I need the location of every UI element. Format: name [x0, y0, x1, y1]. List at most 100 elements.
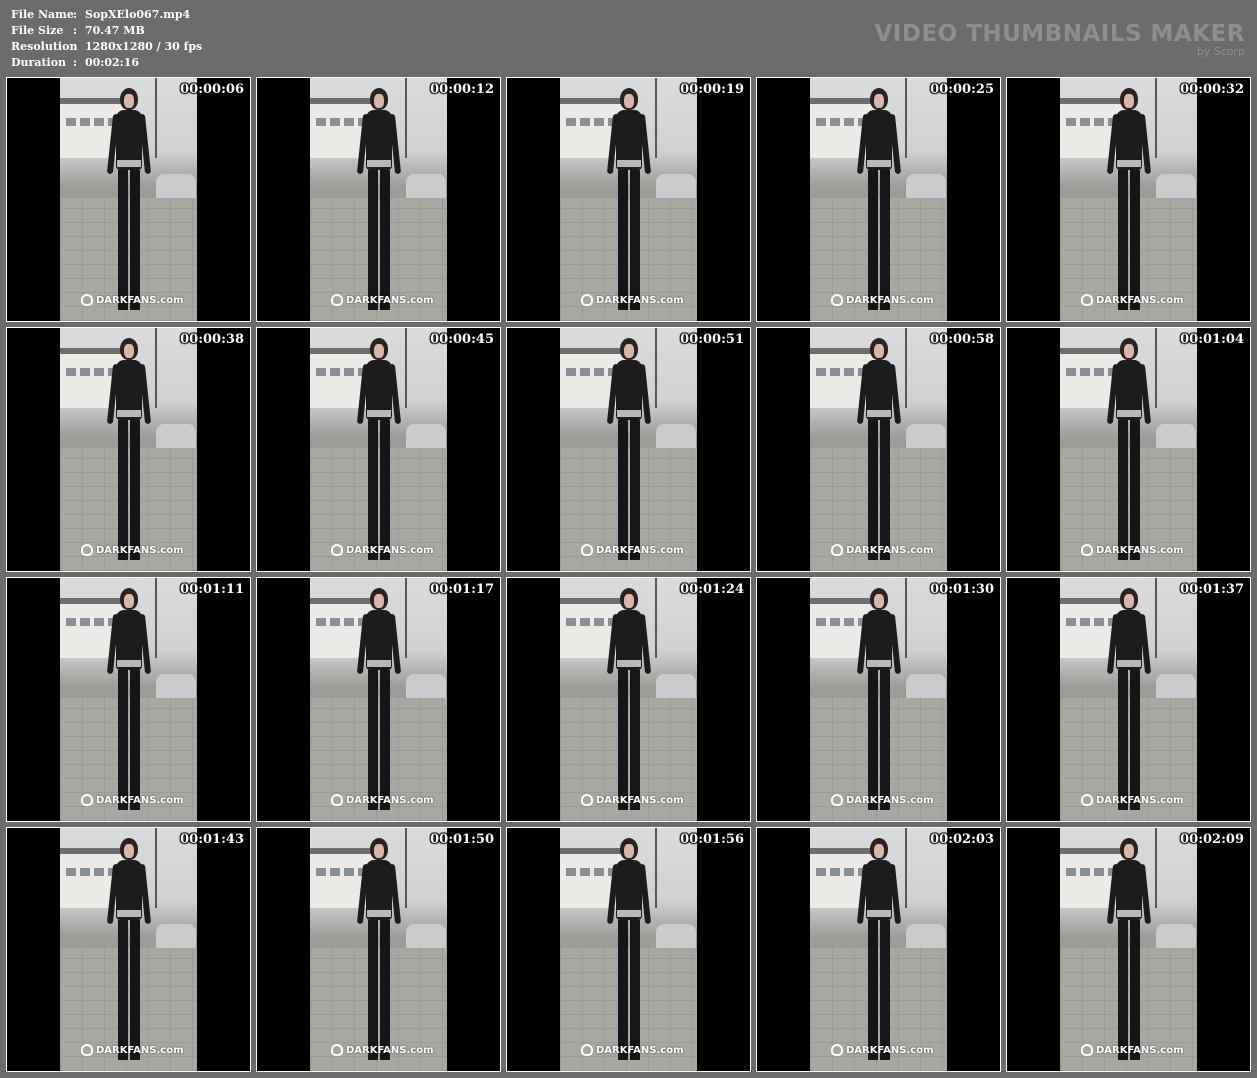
thumbnail[interactable]: 00:00:45 DARKFANS.com [256, 327, 501, 572]
timestamp: 00:00:38 [180, 332, 244, 347]
thumbnail[interactable]: 00:00:38 DARKFANS.com [6, 327, 251, 572]
thumbnail[interactable]: 00:02:09 DARKFANS.com [1006, 827, 1251, 1072]
legs [367, 420, 390, 560]
watermark: DARKFANS.com [581, 794, 684, 806]
watermark: DARKFANS.com [831, 794, 934, 806]
timestamp: 00:00:51 [680, 332, 744, 347]
person-figure [606, 338, 651, 568]
meta-value: 00:02:16 [85, 56, 140, 69]
legs [117, 420, 140, 560]
frame-image [810, 78, 947, 321]
legs [367, 670, 390, 810]
thumbnail-grid: 00:00:06 DARKFANS.com 00:00:12 DARKFANS.com… [6, 77, 1252, 1072]
video-frame: 00:00:45 DARKFANS.com [257, 328, 500, 571]
watermark: DARKFANS.com [81, 544, 184, 556]
watermark-text: DARKFANS.com [346, 294, 434, 306]
belt [366, 410, 391, 417]
watermark-text: DARKFANS.com [846, 1044, 934, 1056]
belt [866, 410, 891, 417]
legs [117, 170, 140, 310]
car [156, 924, 196, 950]
timestamp: 00:01:04 [1180, 332, 1244, 347]
frame-image [310, 328, 447, 571]
video-frame: 00:00:38 DARKFANS.com [7, 328, 250, 571]
meta-row-resolution: Resolution : 1280x1280 / 30 fps [11, 39, 202, 55]
person-figure [106, 838, 151, 1068]
legs [867, 170, 890, 310]
thumbnail[interactable]: 00:00:19 DARKFANS.com [506, 77, 751, 322]
thumbnail[interactable]: 00:01:17 DARKFANS.com [256, 577, 501, 822]
watermark: DARKFANS.com [831, 1044, 934, 1056]
car [1156, 174, 1196, 200]
frame-image [60, 78, 197, 321]
thumbnail[interactable]: 00:00:25 DARKFANS.com [756, 77, 1001, 322]
watermark: DARKFANS.com [831, 294, 934, 306]
frame-image [1060, 328, 1197, 571]
thumbnail[interactable]: 00:01:50 DARKFANS.com [256, 827, 501, 1072]
watermark-text: DARKFANS.com [96, 544, 184, 556]
thumbnail[interactable]: 00:00:12 DARKFANS.com [256, 77, 501, 322]
mask-logo-icon [1081, 794, 1093, 806]
watermark: DARKFANS.com [1081, 1044, 1184, 1056]
thumbnail[interactable]: 00:01:30 DARKFANS.com [756, 577, 1001, 822]
car [656, 924, 696, 950]
thumbnail[interactable]: 00:00:51 DARKFANS.com [506, 327, 751, 572]
thumbnail[interactable]: 00:00:32 DARKFANS.com [1006, 77, 1251, 322]
video-frame: 00:00:19 DARKFANS.com [507, 78, 750, 321]
thumbnail[interactable]: 00:00:58 DARKFANS.com [756, 327, 1001, 572]
meta-separator: : [73, 40, 78, 53]
frame-image [560, 328, 697, 571]
face [373, 844, 384, 858]
thumbnail[interactable]: 00:01:37 DARKFANS.com [1006, 577, 1251, 822]
car [406, 424, 446, 450]
meta-row-file-name: File Name : SopXElo067.mp4 [11, 7, 202, 23]
mask-logo-icon [581, 794, 593, 806]
timestamp: 00:01:30 [930, 582, 994, 597]
car [406, 174, 446, 200]
face [1123, 344, 1134, 358]
thumbnail[interactable]: 00:01:11 DARKFANS.com [6, 577, 251, 822]
header: File Name : SopXElo067.mp4 File Size : 7… [0, 0, 1257, 76]
belt [866, 910, 891, 917]
thumbnail[interactable]: 00:01:04 DARKFANS.com [1006, 327, 1251, 572]
face [123, 844, 134, 858]
meta-separator: : [73, 24, 78, 37]
watermark-text: DARKFANS.com [846, 544, 934, 556]
watermark: DARKFANS.com [331, 1044, 434, 1056]
timestamp: 00:00:32 [1180, 82, 1244, 97]
video-frame: 00:01:43 DARKFANS.com [7, 828, 250, 1071]
mask-logo-icon [831, 1044, 843, 1056]
watermark-text: DARKFANS.com [1096, 794, 1184, 806]
face [623, 594, 634, 608]
car [1156, 924, 1196, 950]
legs [867, 920, 890, 1060]
watermark-text: DARKFANS.com [596, 294, 684, 306]
car [156, 674, 196, 700]
person-figure [1106, 838, 1151, 1068]
video-frame: 00:01:17 DARKFANS.com [257, 578, 500, 821]
belt [866, 160, 891, 167]
thumbnail[interactable]: 00:02:03 DARKFANS.com [756, 827, 1001, 1072]
thumbnail[interactable]: 00:01:24 DARKFANS.com [506, 577, 751, 822]
frame-image [60, 578, 197, 821]
brand-title: VIDEO THUMBNAILS MAKER [874, 21, 1245, 47]
video-frame: 00:01:56 DARKFANS.com [507, 828, 750, 1071]
car [656, 674, 696, 700]
thumbnail[interactable]: 00:01:56 DARKFANS.com [506, 827, 751, 1072]
watermark: DARKFANS.com [581, 1044, 684, 1056]
belt [116, 410, 141, 417]
frame-image [1060, 828, 1197, 1071]
legs [367, 920, 390, 1060]
thumbnail[interactable]: 00:01:43 DARKFANS.com [6, 827, 251, 1072]
person-figure [106, 588, 151, 818]
meta-key: File Size [11, 24, 64, 37]
thumbnail[interactable]: 00:00:06 DARKFANS.com [6, 77, 251, 322]
face [873, 594, 884, 608]
watermark-text: DARKFANS.com [596, 794, 684, 806]
video-frame: 00:00:32 DARKFANS.com [1007, 78, 1250, 321]
person-figure [1106, 588, 1151, 818]
frame-image [60, 328, 197, 571]
face [873, 344, 884, 358]
car [906, 674, 946, 700]
car [406, 674, 446, 700]
